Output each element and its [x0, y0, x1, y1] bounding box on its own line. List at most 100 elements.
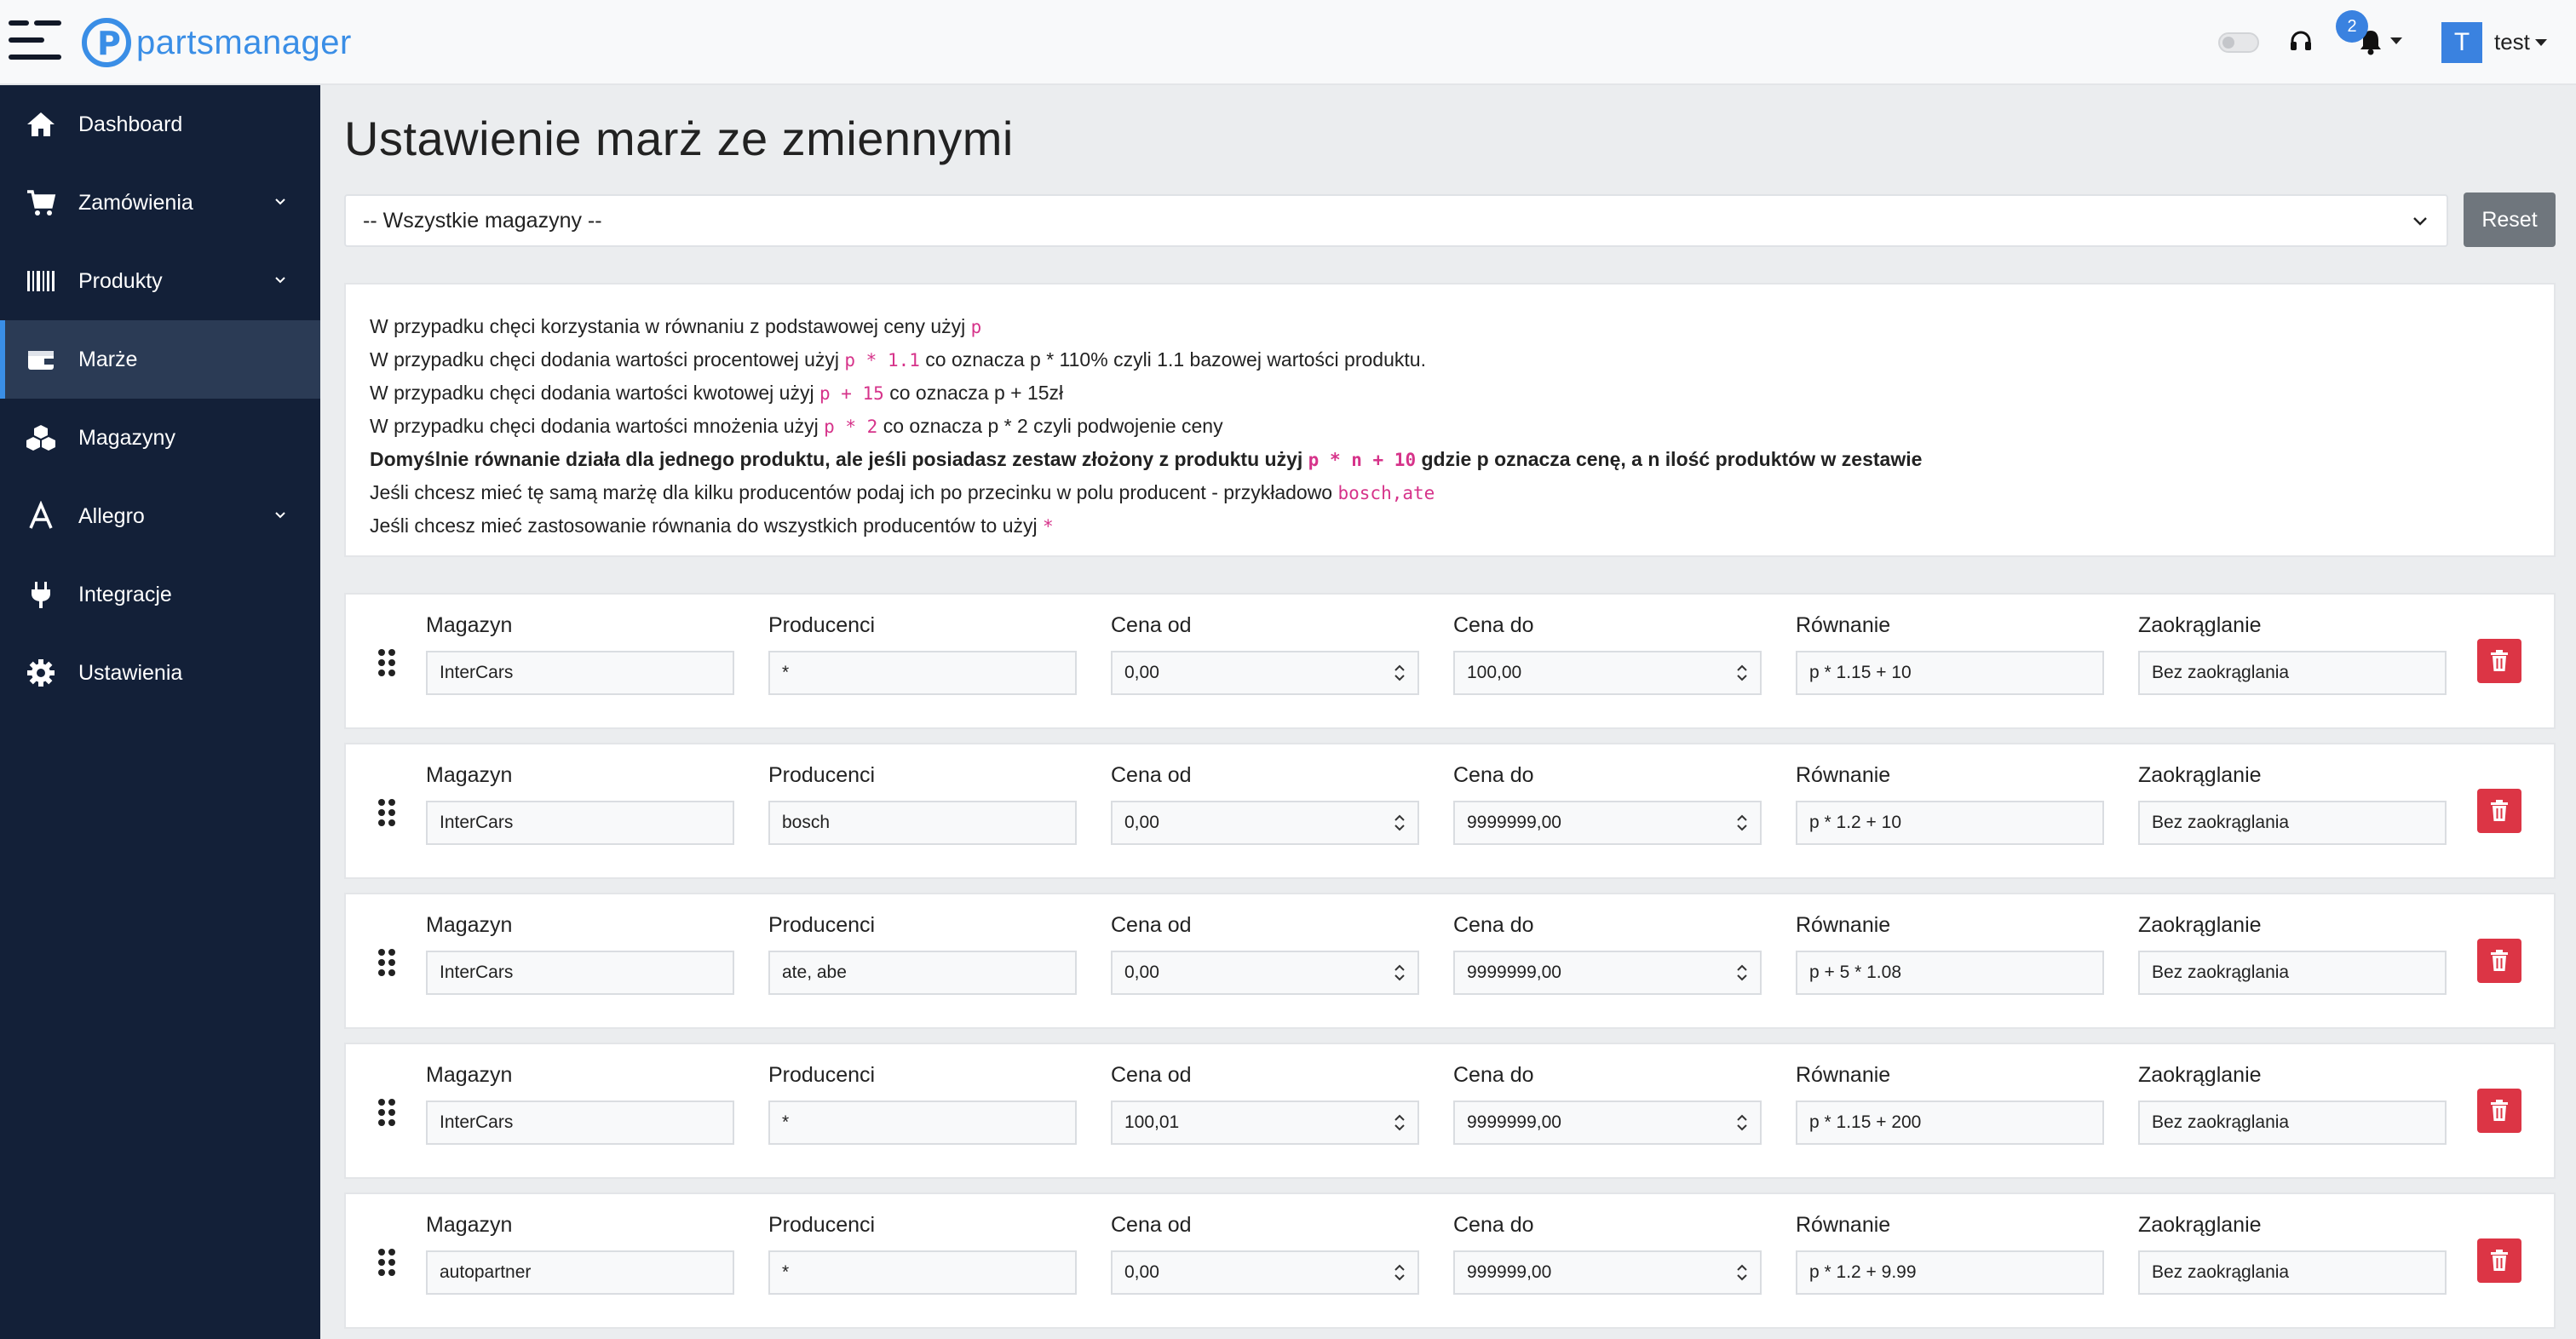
sidebar-item-integrations[interactable]: Integracje	[0, 555, 320, 634]
trash-icon	[2491, 950, 2508, 971]
price-to-input[interactable]: 100,00	[1453, 651, 1762, 695]
drag-handle-icon[interactable]	[378, 949, 397, 976]
warehouse-input[interactable]: InterCars	[426, 1101, 734, 1145]
equation-input[interactable]: p * 1.2 + 9.99	[1796, 1250, 2104, 1295]
rounding-input[interactable]: Bez zaokrąglania	[2138, 1250, 2447, 1295]
warehouse-select[interactable]: -- Wszystkie magazyny --	[344, 194, 2448, 247]
stepper-icon[interactable]	[1394, 813, 1406, 833]
field-label: Cena od	[1111, 1213, 1192, 1237]
headset-icon[interactable]	[2288, 29, 2314, 55]
input-value: 0,00	[1124, 813, 1159, 832]
reset-button[interactable]: Reset	[2464, 193, 2556, 247]
producers-input[interactable]: bosch	[768, 801, 1077, 845]
equation-input[interactable]: p * 1.15 + 200	[1796, 1101, 2104, 1145]
price-to-input[interactable]: 999999,00	[1453, 1250, 1762, 1295]
field-label: Producenci	[768, 613, 876, 637]
stepper-icon[interactable]	[1394, 1112, 1406, 1133]
theme-toggle[interactable]	[2218, 32, 2259, 53]
field-label: Cena od	[1111, 913, 1192, 937]
price-from-field: Cena od 0,00	[1111, 760, 1419, 845]
input-value: InterCars	[440, 663, 514, 682]
drag-handle-icon[interactable]	[378, 1099, 397, 1126]
chevron-down-icon[interactable]	[2390, 37, 2402, 44]
producers-input[interactable]: *	[768, 1250, 1077, 1295]
logo-icon	[82, 18, 131, 67]
equation-input[interactable]: p * 1.15 + 10	[1796, 651, 2104, 695]
delete-rule-button[interactable]	[2477, 1089, 2521, 1133]
stepper-icon[interactable]	[1736, 1262, 1748, 1283]
warehouse-input[interactable]: autopartner	[426, 1250, 734, 1295]
user-name[interactable]: test	[2494, 29, 2530, 55]
chevron-down-icon[interactable]	[2535, 39, 2547, 46]
rounding-input[interactable]: Bez zaokrąglania	[2138, 951, 2447, 995]
price-from-input[interactable]: 0,00	[1111, 951, 1419, 995]
help-line: W przypadku chęci dodania wartości proce…	[370, 348, 1426, 371]
field-label: Cena od	[1111, 1063, 1192, 1087]
stepper-icon[interactable]	[1394, 663, 1406, 683]
field-label: Równanie	[1796, 763, 1891, 787]
sidebar-item-label: Integracje	[78, 583, 172, 606]
chevron-down-icon	[275, 198, 285, 205]
drag-handle-icon[interactable]	[378, 799, 397, 826]
drag-handle-icon[interactable]	[378, 1249, 397, 1276]
stepper-icon[interactable]	[1736, 813, 1748, 833]
warehouse-input[interactable]: InterCars	[426, 651, 734, 695]
logo[interactable]: partsmanager	[82, 17, 352, 68]
sidebar-item-dashboard[interactable]: Dashboard	[0, 85, 320, 164]
sidebar-item-warehouses[interactable]: Magazyny	[0, 399, 320, 477]
price-from-input[interactable]: 0,00	[1111, 651, 1419, 695]
trash-icon	[2491, 650, 2508, 671]
warehouse-select-value: -- Wszystkie magazyny --	[363, 209, 602, 233]
rounding-input[interactable]: Bez zaokrąglania	[2138, 651, 2447, 695]
field-label: Zaokrąglanie	[2138, 913, 2262, 937]
sidebar-item-settings[interactable]: Ustawienia	[0, 634, 320, 712]
price-from-field: Cena od 0,00	[1111, 910, 1419, 995]
price-from-input[interactable]: 100,01	[1111, 1101, 1419, 1145]
sidebar-item-orders[interactable]: Zamówienia	[0, 164, 320, 242]
producers-input[interactable]: ate, abe	[768, 951, 1077, 995]
price-to-input[interactable]: 9999999,00	[1453, 951, 1762, 995]
input-value: p * 1.2 + 9.99	[1809, 1262, 1917, 1282]
stepper-icon[interactable]	[1736, 1112, 1748, 1133]
price-to-input[interactable]: 9999999,00	[1453, 1101, 1762, 1145]
equation-input[interactable]: p * 1.2 + 10	[1796, 801, 2104, 845]
stepper-icon[interactable]	[1736, 663, 1748, 683]
field-label: Producenci	[768, 1063, 876, 1087]
cart-icon	[27, 190, 56, 216]
field-label: Zaokrąglanie	[2138, 1063, 2262, 1087]
sidebar-item-products[interactable]: Produkty	[0, 242, 320, 320]
sidebar-item-allegro[interactable]: Allegro	[0, 477, 320, 555]
margin-rule-row: Magazyn InterCars Producenci * Cena od 100,01…	[344, 1043, 2556, 1179]
field-label: Równanie	[1796, 613, 1891, 637]
logo-text: partsmanager	[136, 23, 352, 61]
warehouse-input[interactable]: InterCars	[426, 951, 734, 995]
drag-handle-icon[interactable]	[378, 649, 397, 676]
delete-rule-button[interactable]	[2477, 1238, 2521, 1283]
trash-icon	[2491, 1250, 2508, 1271]
delete-rule-button[interactable]	[2477, 639, 2521, 683]
rounding-input[interactable]: Bez zaokrąglania	[2138, 1101, 2447, 1145]
price-to-input[interactable]: 9999999,00	[1453, 801, 1762, 845]
price-from-input[interactable]: 0,00	[1111, 1250, 1419, 1295]
field-label: Zaokrąglanie	[2138, 763, 2262, 787]
top-bar: partsmanager 2 T test	[0, 0, 2576, 85]
producers-input[interactable]: *	[768, 651, 1077, 695]
delete-rule-button[interactable]	[2477, 789, 2521, 833]
stepper-icon[interactable]	[1394, 1262, 1406, 1283]
input-value: Bez zaokrąglania	[2152, 663, 2290, 682]
input-value: p + 5 * 1.08	[1809, 963, 1902, 982]
price-from-input[interactable]: 0,00	[1111, 801, 1419, 845]
margin-rule-row: Magazyn InterCars Producenci ate, abe Cena o…	[344, 893, 2556, 1029]
avatar[interactable]: T	[2441, 22, 2482, 63]
sidebar-item-margins[interactable]: Marże	[0, 320, 320, 399]
rounding-input[interactable]: Bez zaokrąglania	[2138, 801, 2447, 845]
menu-toggle-icon[interactable]	[9, 20, 63, 63]
equation-input[interactable]: p + 5 * 1.08	[1796, 951, 2104, 995]
field-label: Producenci	[768, 1213, 876, 1237]
stepper-icon[interactable]	[1394, 963, 1406, 983]
stepper-icon[interactable]	[1736, 963, 1748, 983]
delete-rule-button[interactable]	[2477, 939, 2521, 983]
warehouse-input[interactable]: InterCars	[426, 801, 734, 845]
producers-input[interactable]: *	[768, 1101, 1077, 1145]
warehouse-field: Magazyn autopartner	[426, 1210, 734, 1295]
